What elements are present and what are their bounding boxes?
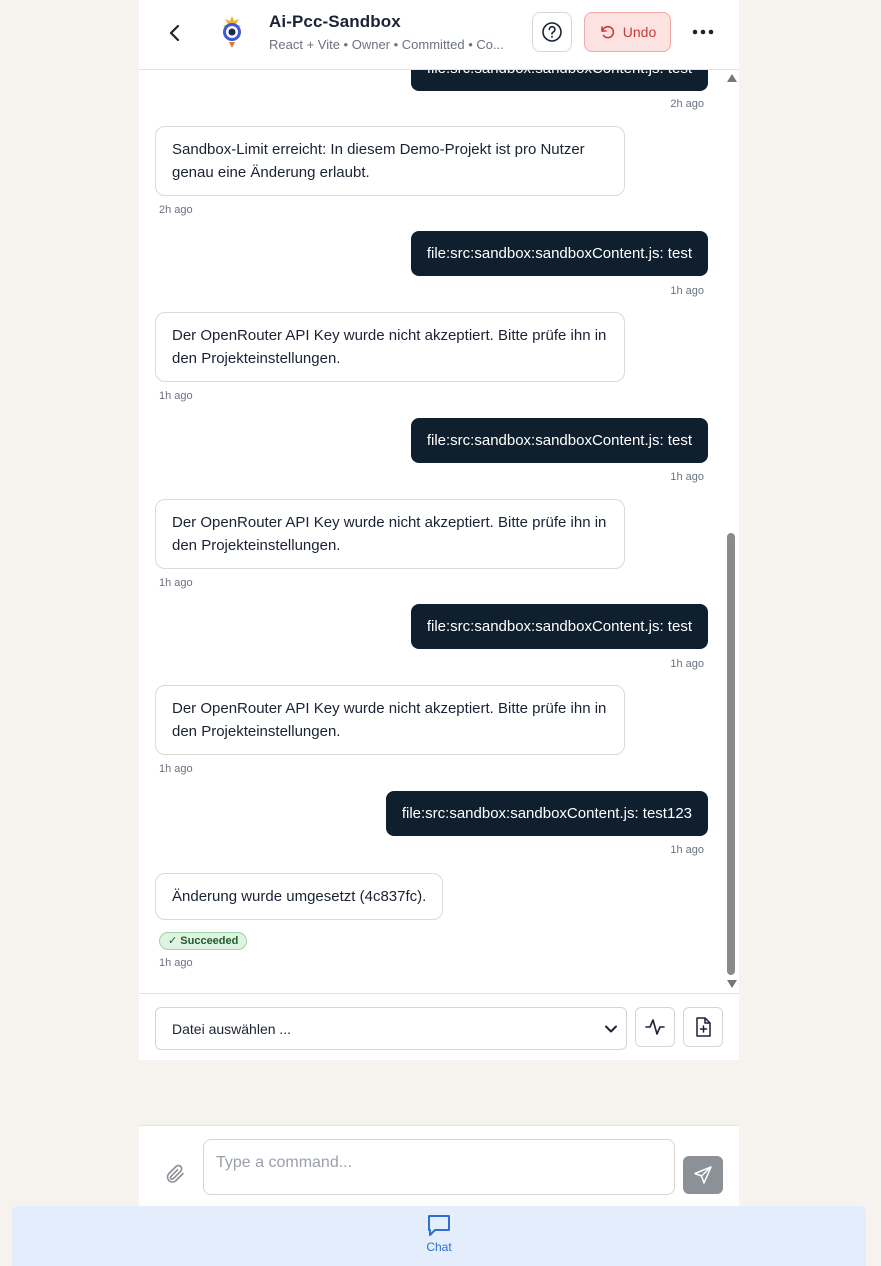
chat-bubble-icon xyxy=(428,1215,450,1236)
scroll-up-arrow-icon[interactable] xyxy=(727,74,737,82)
assistant-message: Der OpenRouter API Key wurde nicht akzep… xyxy=(155,499,625,569)
file-select[interactable]: Datei auswählen ... xyxy=(155,1007,627,1050)
assistant-message: Sandbox-Limit erreicht: In diesem Demo-P… xyxy=(155,126,625,196)
chevron-left-icon xyxy=(169,24,180,42)
help-icon xyxy=(542,22,562,42)
help-button[interactable] xyxy=(532,12,572,52)
more-options-button[interactable] xyxy=(687,18,719,46)
assistant-message: Der OpenRouter API Key wurde nicht akzep… xyxy=(155,685,625,755)
bottom-navigation: Chat xyxy=(12,1206,866,1266)
message-timestamp: 1h ago xyxy=(670,471,704,483)
message-timestamp: 1h ago xyxy=(670,285,704,297)
chevron-down-icon xyxy=(605,1025,617,1033)
file-select-value: Datei auswählen ... xyxy=(172,1020,292,1037)
nav-item-label: Chat xyxy=(426,1240,452,1254)
more-horizontal-icon xyxy=(692,29,714,35)
add-file-button[interactable] xyxy=(683,1007,723,1047)
app-header: Ai-Pcc-Sandbox React + Vite • Owner • Co… xyxy=(139,0,739,70)
undo-button[interactable]: Undo xyxy=(584,12,671,52)
back-button[interactable] xyxy=(163,19,187,47)
page-title: Ai-Pcc-Sandbox xyxy=(269,12,401,31)
message-timestamp: 1h ago xyxy=(159,763,193,775)
message-timestamp: 2h ago xyxy=(670,98,704,110)
command-input[interactable]: Type a command... xyxy=(203,1139,675,1195)
user-message: file:src:sandbox:sandboxContent.js: test xyxy=(410,604,708,649)
file-plus-icon xyxy=(696,1017,711,1037)
message-timestamp: 2h ago xyxy=(159,204,193,216)
message-timestamp: 1h ago xyxy=(159,390,193,402)
user-message: file:src:sandbox:sandboxContent.js: test xyxy=(410,418,708,463)
send-icon xyxy=(694,1166,712,1184)
user-message: file:src:sandbox:sandboxContent.js: test xyxy=(410,231,708,276)
undo-label: Undo xyxy=(622,24,657,40)
activity-button[interactable] xyxy=(635,1007,675,1047)
command-composer: Type a command... xyxy=(139,1125,739,1206)
project-logo xyxy=(217,14,247,50)
undo-icon xyxy=(600,25,614,39)
send-button[interactable] xyxy=(683,1156,723,1194)
title-block: Ai-Pcc-Sandbox React + Vite • Owner • Co… xyxy=(269,12,519,52)
project-subtitle: React + Vite • Owner • Committed • Co... xyxy=(269,37,504,52)
assistant-message: Der OpenRouter API Key wurde nicht akzep… xyxy=(155,312,625,382)
user-message: file:src:sandbox:sandboxContent.js: test xyxy=(410,70,708,91)
file-toolbar: Datei auswählen ... xyxy=(139,993,739,1060)
chat-log[interactable]: file:src:sandbox:sandboxContent.js: test… xyxy=(139,70,739,993)
message-timestamp: 1h ago xyxy=(670,844,704,856)
assistant-message: Änderung wurde umgesetzt (4c837fc). xyxy=(155,873,444,920)
activity-icon xyxy=(645,1019,665,1035)
attach-button[interactable] xyxy=(163,1162,187,1186)
scroll-down-arrow-icon[interactable] xyxy=(727,980,737,988)
message-timestamp: 1h ago xyxy=(159,577,193,589)
nav-item-chat[interactable]: Chat xyxy=(417,1212,461,1262)
paperclip-icon xyxy=(166,1164,184,1183)
user-message: file:src:sandbox:sandboxContent.js: test… xyxy=(385,791,708,836)
chat-scrollbar[interactable] xyxy=(725,70,737,993)
status-badge: ✓ Succeeded xyxy=(159,932,248,950)
scroll-thumb[interactable] xyxy=(727,533,735,975)
message-timestamp: 1h ago xyxy=(670,658,704,670)
message-timestamp: 1h ago xyxy=(159,957,193,969)
